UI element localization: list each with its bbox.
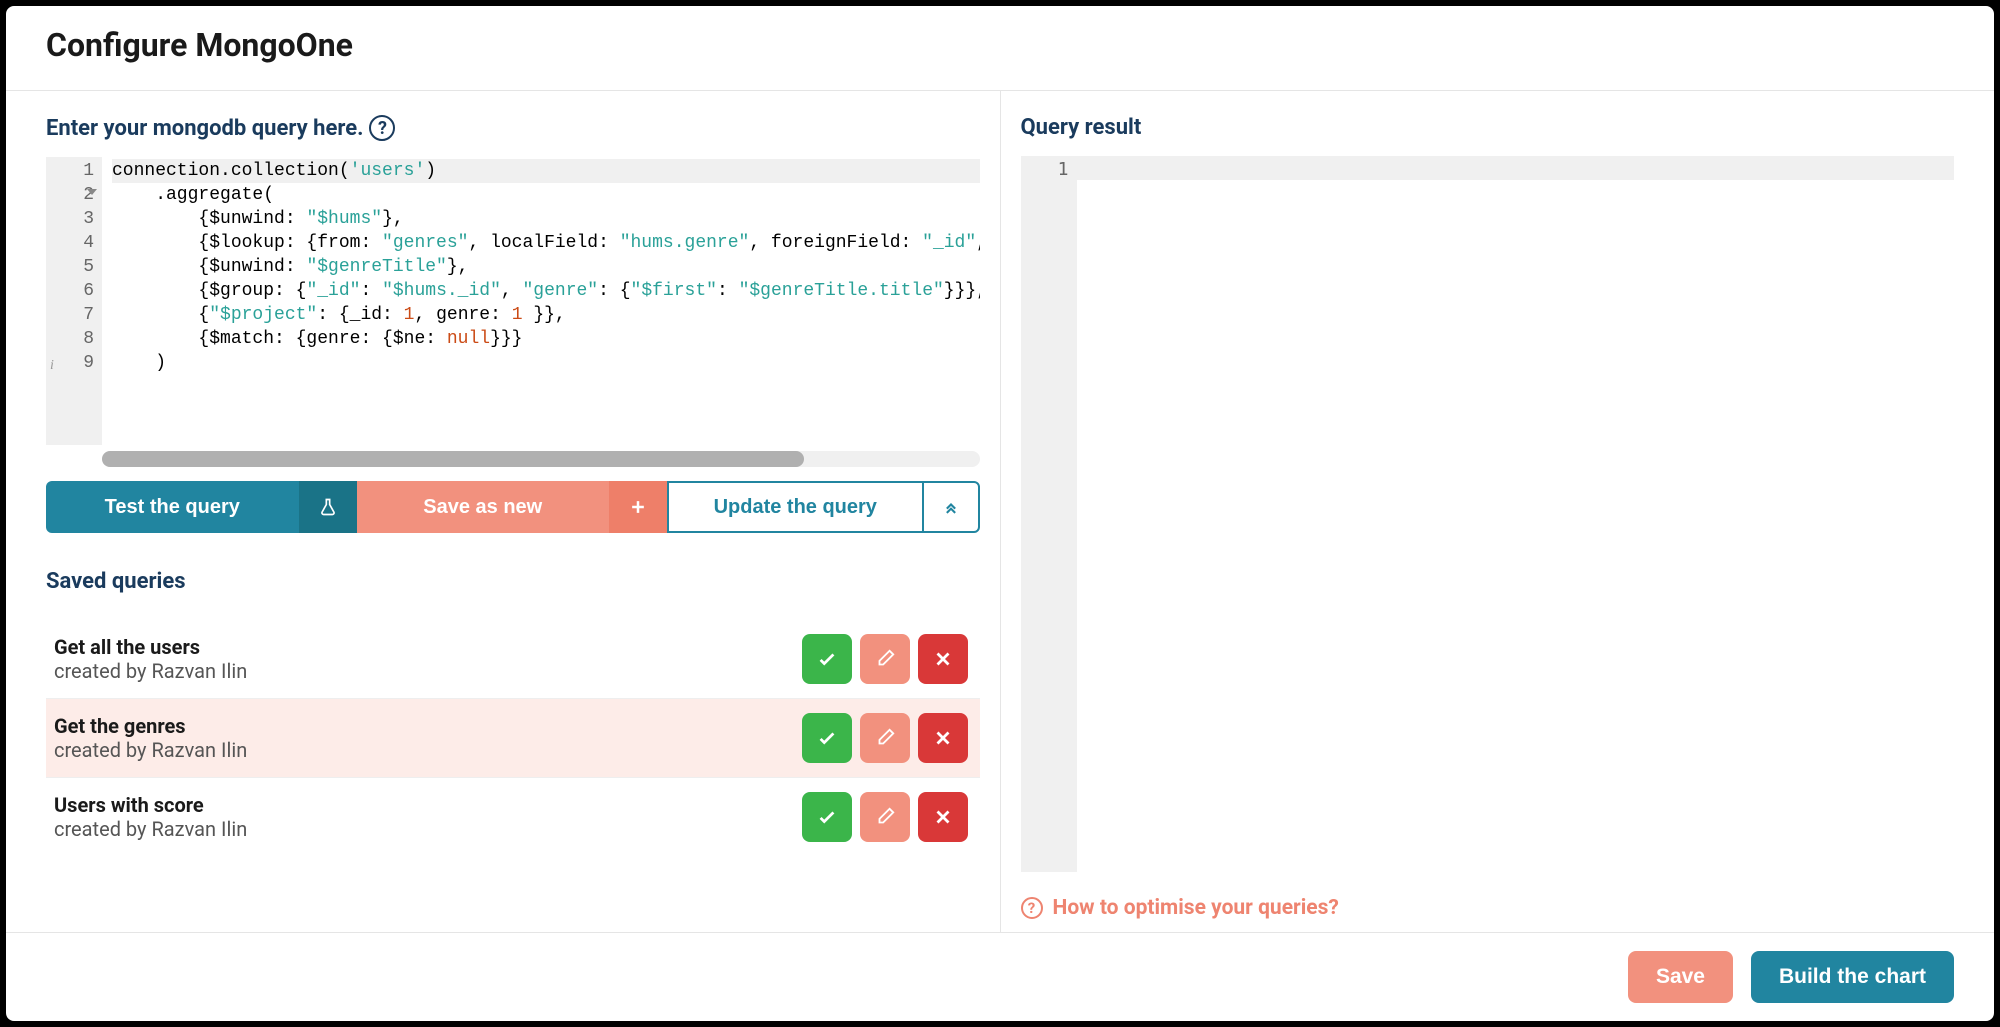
edit-query-button[interactable]: [860, 634, 910, 684]
saved-query-row[interactable]: Get the genrescreated by Razvan Ilin: [46, 699, 980, 778]
line-number: 1: [46, 159, 94, 183]
use-query-button[interactable]: [802, 634, 852, 684]
flask-icon[interactable]: [299, 481, 357, 533]
modal-body: Enter your mongodb query here. ? 1 2 3 4…: [6, 91, 1994, 932]
code-editor[interactable]: 1 2 3 4 5 6 7 8 i9 connection.collection…: [46, 157, 980, 467]
modal-footer: Save Build the chart: [6, 932, 1994, 1021]
build-chart-button[interactable]: Build the chart: [1751, 951, 1954, 1003]
page-title: Configure MongoOne: [46, 26, 1954, 64]
saved-query-info: Get the genrescreated by Razvan Ilin: [54, 714, 247, 762]
query-editor-pane: Enter your mongodb query here. ? 1 2 3 4…: [6, 91, 1001, 932]
line-number: 1: [1021, 158, 1069, 182]
saved-query-title: Get the genres: [54, 714, 247, 738]
horizontal-scrollbar[interactable]: [102, 451, 980, 467]
test-query-button[interactable]: Test the query: [46, 481, 299, 533]
edit-query-button[interactable]: [860, 792, 910, 842]
optimise-link-text: How to optimise your queries?: [1053, 896, 1339, 920]
help-icon: ?: [1021, 897, 1043, 919]
saved-query-subtitle: created by Razvan Ilin: [54, 817, 247, 841]
use-query-button[interactable]: [802, 792, 852, 842]
delete-query-button[interactable]: [918, 713, 968, 763]
editor-gutter: 1 2 3 4 5 6 7 8 i9: [46, 157, 102, 445]
delete-query-button[interactable]: [918, 792, 968, 842]
line-number: 8: [46, 327, 94, 351]
saved-query-title: Users with score: [54, 793, 247, 817]
saved-query-actions: [802, 634, 968, 684]
fold-icon[interactable]: [87, 189, 97, 195]
line-number: 6: [46, 279, 94, 303]
line-number: i9: [46, 351, 94, 375]
chevron-up-double-icon[interactable]: [922, 481, 980, 533]
result-editor[interactable]: 1: [1021, 156, 1955, 872]
result-body: [1077, 156, 1955, 872]
editor-button-row: Test the query Save as new Update the qu…: [46, 481, 980, 533]
save-button[interactable]: Save: [1628, 951, 1733, 1003]
editor-section-label: Enter your mongodb query here. ?: [46, 115, 980, 141]
saved-query-subtitle: created by Razvan Ilin: [54, 659, 247, 683]
line-number: 4: [46, 231, 94, 255]
modal-header: Configure MongoOne: [6, 6, 1994, 91]
modal-window: Configure MongoOne Enter your mongodb qu…: [6, 6, 1994, 1021]
result-gutter: 1: [1021, 156, 1077, 872]
plus-icon[interactable]: [609, 481, 667, 533]
saved-query-row[interactable]: Users with scorecreated by Razvan Ilin: [46, 778, 980, 856]
saved-queries-label: Saved queries: [46, 569, 980, 594]
line-number: 2: [46, 183, 94, 207]
use-query-button[interactable]: [802, 713, 852, 763]
line-number: 3: [46, 207, 94, 231]
saved-queries-list: Get all the userscreated by Razvan IlinG…: [46, 620, 980, 856]
update-query-button[interactable]: Update the query: [667, 481, 922, 533]
saved-query-info: Users with scorecreated by Razvan Ilin: [54, 793, 247, 841]
optimise-link[interactable]: ? How to optimise your queries?: [1021, 896, 1955, 920]
save-as-new-button[interactable]: Save as new: [357, 481, 610, 533]
scrollbar-thumb[interactable]: [102, 451, 804, 467]
delete-query-button[interactable]: [918, 634, 968, 684]
saved-query-info: Get all the userscreated by Razvan Ilin: [54, 635, 247, 683]
line-number: 7: [46, 303, 94, 327]
saved-query-row[interactable]: Get all the userscreated by Razvan Ilin: [46, 620, 980, 699]
editor-label-text: Enter your mongodb query here.: [46, 116, 363, 141]
saved-query-actions: [802, 713, 968, 763]
result-section-label: Query result: [1021, 115, 1955, 140]
query-result-pane: Query result 1 ? How to optimise your qu…: [1001, 91, 1995, 932]
line-number: 5: [46, 255, 94, 279]
saved-query-subtitle: created by Razvan Ilin: [54, 738, 247, 762]
code-content[interactable]: connection.collection('users') .aggregat…: [102, 157, 980, 445]
saved-query-title: Get all the users: [54, 635, 247, 659]
help-icon[interactable]: ?: [369, 115, 395, 141]
saved-query-actions: [802, 792, 968, 842]
info-icon: i: [50, 354, 54, 378]
edit-query-button[interactable]: [860, 713, 910, 763]
